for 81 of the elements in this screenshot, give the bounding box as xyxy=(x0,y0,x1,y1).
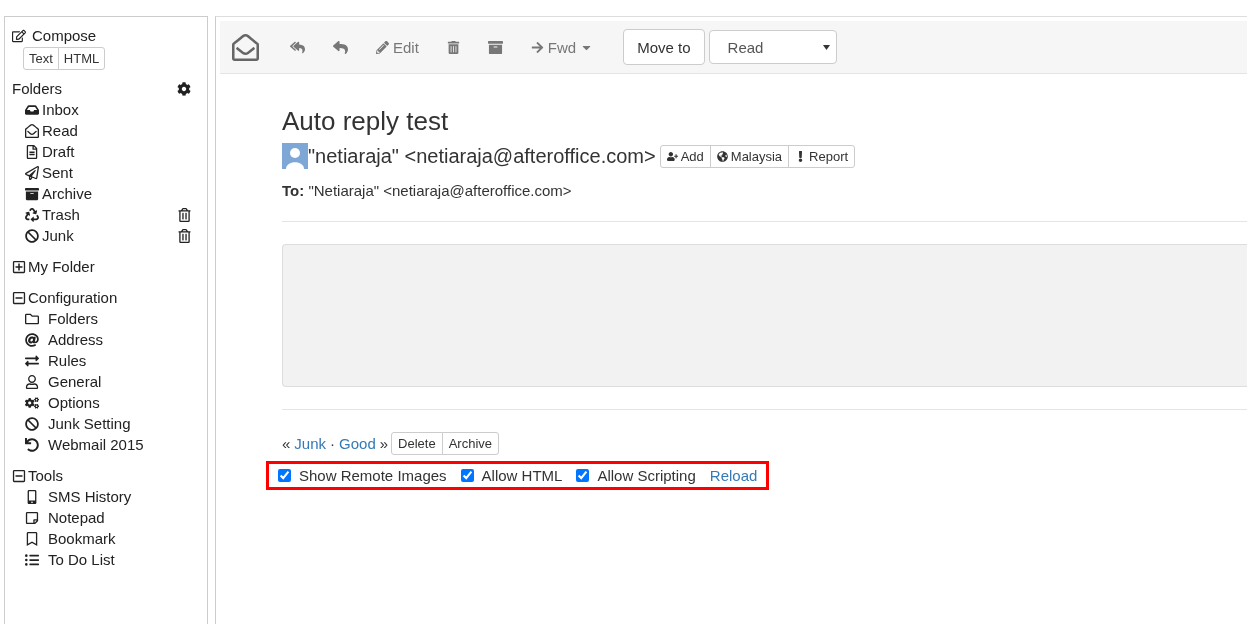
envelope-icon xyxy=(25,123,42,138)
reply-all-icon xyxy=(290,39,305,55)
menu-item[interactable]: Folders xyxy=(48,310,99,327)
trash-icon xyxy=(446,40,460,54)
note-icon xyxy=(25,510,39,525)
pencil-icon xyxy=(376,40,389,54)
group-title[interactable]: Configuration xyxy=(28,289,118,306)
edit-button[interactable]: Edit xyxy=(366,32,429,62)
menu-item[interactable]: Bookmark xyxy=(48,530,116,547)
archive-box-icon xyxy=(25,186,42,201)
undo-icon xyxy=(25,437,39,452)
user-plus-icon xyxy=(666,150,678,162)
option-checkbox[interactable] xyxy=(460,469,474,482)
bookmark-icon xyxy=(25,531,39,546)
reload-link[interactable]: Reload xyxy=(709,467,758,484)
quote-mark: » xyxy=(379,435,389,452)
menu-item[interactable]: Junk Setting xyxy=(48,415,131,432)
list-icon xyxy=(25,552,39,567)
folder-item[interactable]: Archive xyxy=(42,185,93,202)
format-button[interactable]: Text xyxy=(23,47,59,70)
option-checkbox[interactable] xyxy=(278,469,291,482)
caret-icon xyxy=(822,44,830,50)
settings-icon[interactable] xyxy=(177,81,191,96)
trash-icon[interactable] xyxy=(178,207,191,222)
option-checkbox[interactable] xyxy=(576,469,590,482)
format-button[interactable]: HTML xyxy=(57,47,106,70)
avatar-icon xyxy=(282,143,308,169)
forward-button[interactable]: Fwd xyxy=(520,32,604,62)
folder-select[interactable]: Read xyxy=(708,30,837,64)
gears-icon xyxy=(25,395,39,410)
folder-item[interactable]: Junk xyxy=(42,227,74,244)
reply-icon xyxy=(333,39,348,55)
good-link[interactable]: Good xyxy=(339,435,376,452)
option-label: Allow Scripting xyxy=(597,467,696,484)
menu-item[interactable]: Rules xyxy=(48,352,87,369)
trash-icon[interactable] xyxy=(178,228,191,243)
sender-action-button[interactable]: Malaysia xyxy=(709,144,790,168)
paper-plane-icon xyxy=(25,165,42,180)
classify-button[interactable]: Archive xyxy=(441,432,499,455)
globe-icon xyxy=(716,150,728,162)
arrows-icon xyxy=(25,353,39,368)
folder-icon xyxy=(25,311,39,326)
menu-item[interactable]: Address xyxy=(48,331,104,348)
sender-address: "netiaraja" <netiaraja@afteroffice.com> xyxy=(308,144,656,168)
recycle-icon xyxy=(25,207,42,222)
at-sign-icon xyxy=(25,332,39,347)
section-title: Folders xyxy=(12,80,63,97)
folder-item[interactable]: Read xyxy=(42,122,78,139)
folder-item[interactable]: Sent xyxy=(42,164,73,181)
recipient-line: To: "Netiaraja" <netiaraja@afteroffice.com> xyxy=(282,182,573,199)
inbox-icon xyxy=(25,102,42,117)
folder-item[interactable]: Inbox xyxy=(42,101,79,118)
option-label: Allow HTML xyxy=(481,467,563,484)
menu-item[interactable]: Webmail 2015 xyxy=(48,436,144,453)
compose-link[interactable]: Compose xyxy=(32,27,97,44)
ban-icon xyxy=(25,416,39,431)
ban-icon xyxy=(25,228,42,243)
archive-box-icon xyxy=(487,39,503,55)
option-label: Show Remote Images xyxy=(299,467,447,484)
message-subject: Auto reply test xyxy=(282,106,450,137)
classify-button[interactable]: Delete xyxy=(391,432,443,455)
arrow-right-icon xyxy=(530,40,544,54)
group-title[interactable]: Tools xyxy=(28,467,64,484)
folder-item[interactable]: Draft xyxy=(42,143,75,160)
sender-action-button[interactable]: Report xyxy=(788,144,856,168)
envelope-icon[interactable] xyxy=(232,33,260,61)
quote-mark: « xyxy=(282,435,291,452)
folder-item[interactable]: Trash xyxy=(42,206,80,223)
move-to-button[interactable]: Move to xyxy=(623,29,705,65)
menu-item[interactable]: Options xyxy=(48,394,100,411)
menu-item[interactable]: To Do List xyxy=(48,551,115,568)
phone-icon xyxy=(25,489,39,504)
menu-item[interactable]: SMS History xyxy=(48,488,132,505)
edit-icon xyxy=(12,28,26,43)
sender-action-button[interactable]: Add xyxy=(659,144,711,168)
junk-link[interactable]: Junk xyxy=(294,435,327,452)
group-title[interactable]: My Folder xyxy=(28,258,95,275)
menu-item[interactable]: Notepad xyxy=(48,509,105,526)
user-icon xyxy=(25,374,39,389)
menu-item[interactable]: General xyxy=(48,373,102,390)
separator-dot: · xyxy=(330,435,336,452)
